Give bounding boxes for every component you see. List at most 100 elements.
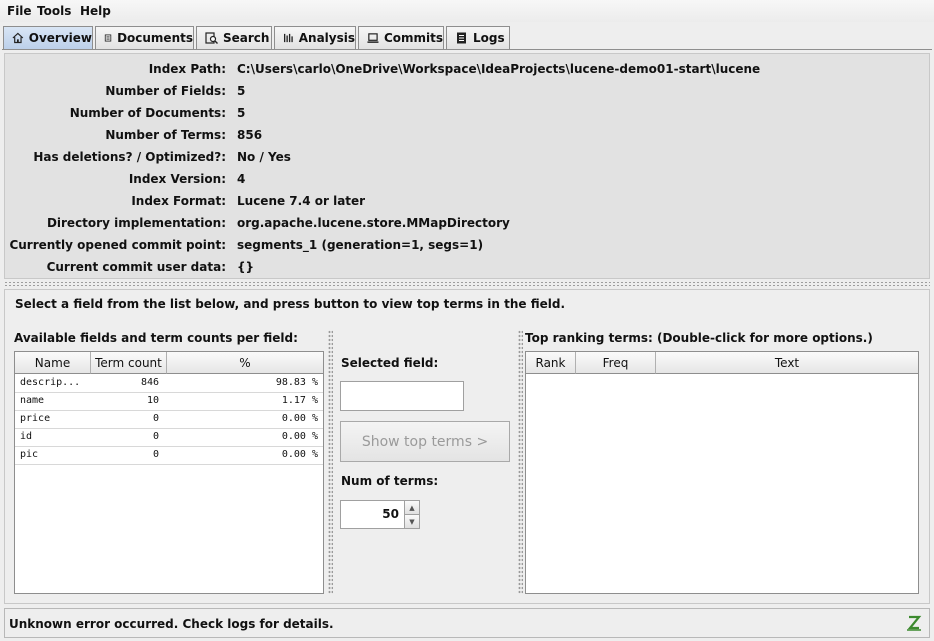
tab-overview-label: Overview	[28, 31, 92, 45]
info-value: segments_1 (generation=1, segs=1)	[237, 238, 484, 252]
info-value: 5	[237, 106, 246, 120]
status-message: Unknown error occurred. Check logs for d…	[9, 617, 334, 631]
info-label: Number of Terms:	[105, 128, 226, 142]
menu-help[interactable]: Help	[80, 4, 111, 18]
field-name: descrip...	[20, 377, 81, 388]
info-row-user-data: Current commit user data: {}	[5, 260, 931, 276]
info-label: Currently opened commit point:	[9, 238, 226, 252]
field-percent: 0.00 %	[281, 449, 318, 460]
right-splitter[interactable]	[518, 330, 523, 594]
info-label: Directory implementation:	[46, 216, 226, 230]
selected-field-label: Selected field:	[341, 356, 439, 370]
tab-overview[interactable]: Overview	[3, 26, 93, 49]
field-term-count: 0	[152, 431, 159, 442]
table-row[interactable]: price 0 0.00 %	[15, 411, 323, 429]
field-percent: 0.00 %	[281, 413, 318, 424]
field-name: price	[20, 413, 51, 424]
info-value: org.apache.lucene.store.MMapDirectory	[237, 216, 510, 230]
menu-file[interactable]: File	[7, 4, 32, 18]
info-row-directory: Directory implementation: org.apache.luc…	[5, 216, 931, 232]
info-label: Current commit user data:	[46, 260, 226, 274]
field-percent: 1.17 %	[281, 395, 318, 406]
spin-up-icon[interactable]: ▲	[404, 501, 419, 514]
table-row[interactable]: descrip... 846 98.83 %	[15, 375, 323, 393]
field-percent: 98.83 %	[275, 377, 318, 388]
info-row-index-version: Index Version: 4	[5, 172, 931, 188]
field-name: id	[20, 431, 33, 442]
info-value: C:\Users\carlo\OneDrive\Workspace\IdeaPr…	[237, 62, 761, 76]
tab-documents-label: Documents	[117, 31, 193, 45]
info-label: Index Version:	[128, 172, 226, 186]
info-row-num-fields: Number of Fields: 5	[5, 84, 931, 100]
book-icon	[104, 34, 112, 42]
info-label: Has deletions? / Optimized?:	[33, 150, 226, 164]
instruction-text: Select a field from the list below, and …	[15, 297, 566, 311]
selected-field-input[interactable]	[340, 381, 464, 411]
info-row-commit-point: Currently opened commit point: segments_…	[5, 238, 931, 254]
info-value: 4	[237, 172, 246, 186]
horizontal-splitter[interactable]	[4, 281, 930, 287]
show-top-terms-button[interactable]: Show top terms >	[340, 421, 510, 462]
info-value: {}	[237, 260, 255, 274]
info-value: Lucene 7.4 or later	[237, 194, 366, 208]
spin-down-icon[interactable]: ▼	[404, 514, 419, 528]
tab-separator	[2, 49, 932, 50]
field-name: name	[20, 395, 45, 406]
num-terms-spinner[interactable]: 50 ▲ ▼	[340, 500, 420, 529]
info-row-num-documents: Number of Documents: 5	[5, 106, 931, 122]
lucene-logo-icon	[907, 615, 922, 631]
table-row[interactable]: pic 0 0.00 %	[15, 447, 323, 465]
info-row-num-terms: Number of Terms: 856	[5, 128, 931, 144]
overview-panel: Index Path: C:\Users\carlo\OneDrive\Work…	[4, 53, 930, 279]
tab-logs[interactable]: Logs	[446, 26, 510, 49]
tab-documents[interactable]: Documents	[95, 26, 194, 49]
info-value: No / Yes	[237, 150, 291, 164]
field-term-count: 10	[146, 395, 159, 406]
column-header-freq[interactable]: Freq	[576, 352, 656, 374]
analysis-icon	[283, 33, 293, 43]
terms-panel-title: Top ranking terms: (Double-click for mor…	[525, 331, 873, 345]
tab-commits[interactable]: Commits	[358, 26, 444, 49]
info-row-index-path: Index Path: C:\Users\carlo\OneDrive\Work…	[5, 62, 931, 78]
tab-analysis[interactable]: Analysis	[274, 26, 356, 49]
field-term-count: 0	[152, 449, 159, 460]
table-row[interactable]: name 10 1.17 %	[15, 393, 323, 411]
column-header-text[interactable]: Text	[656, 352, 918, 374]
info-label: Number of Documents:	[69, 106, 226, 120]
laptop-icon	[367, 33, 379, 43]
tab-commits-label: Commits	[383, 31, 443, 45]
tab-search[interactable]: Search	[196, 26, 272, 49]
search-doc-icon	[205, 32, 218, 44]
info-label: Number of Fields:	[105, 84, 226, 98]
column-header-rank[interactable]: Rank	[526, 352, 576, 374]
field-term-count: 846	[140, 377, 159, 388]
field-name: pic	[20, 449, 39, 460]
left-splitter[interactable]	[328, 330, 333, 594]
top-terms-table: Rank Freq Text	[525, 351, 919, 594]
info-row-index-format: Index Format: Lucene 7.4 or later	[5, 194, 931, 210]
tab-analysis-label: Analysis	[298, 31, 355, 45]
log-icon	[457, 32, 466, 44]
info-label: Index Format:	[131, 194, 226, 208]
tab-search-label: Search	[223, 31, 270, 45]
tab-bar: Overview Documents Search Analysis Commi…	[0, 26, 934, 50]
status-bar: Unknown error occurred. Check logs for d…	[4, 608, 930, 638]
terms-panel: Select a field from the list below, and …	[4, 289, 930, 604]
menu-tools[interactable]: Tools	[37, 4, 71, 18]
fields-panel-title: Available fields and term counts per fie…	[14, 331, 298, 345]
info-label: Index Path:	[148, 62, 226, 76]
home-icon	[12, 32, 24, 44]
num-terms-label: Num of terms:	[341, 474, 439, 488]
column-header-percent[interactable]: %	[167, 352, 323, 374]
info-value: 5	[237, 84, 246, 98]
table-row[interactable]: id 0 0.00 %	[15, 429, 323, 447]
column-header-term-count[interactable]: Term count	[91, 352, 167, 374]
luke-window: File Tools Help Overview Documents Searc…	[0, 0, 934, 641]
menu-bar: File Tools Help	[0, 0, 934, 22]
num-terms-value: 50	[382, 507, 399, 521]
info-row-deletions: Has deletions? / Optimized?: No / Yes	[5, 150, 931, 166]
field-percent: 0.00 %	[281, 431, 318, 442]
info-value: 856	[237, 128, 263, 142]
fields-table: Name Term count % descrip... 846 98.83 %…	[14, 351, 324, 594]
column-header-name[interactable]: Name	[15, 352, 91, 374]
